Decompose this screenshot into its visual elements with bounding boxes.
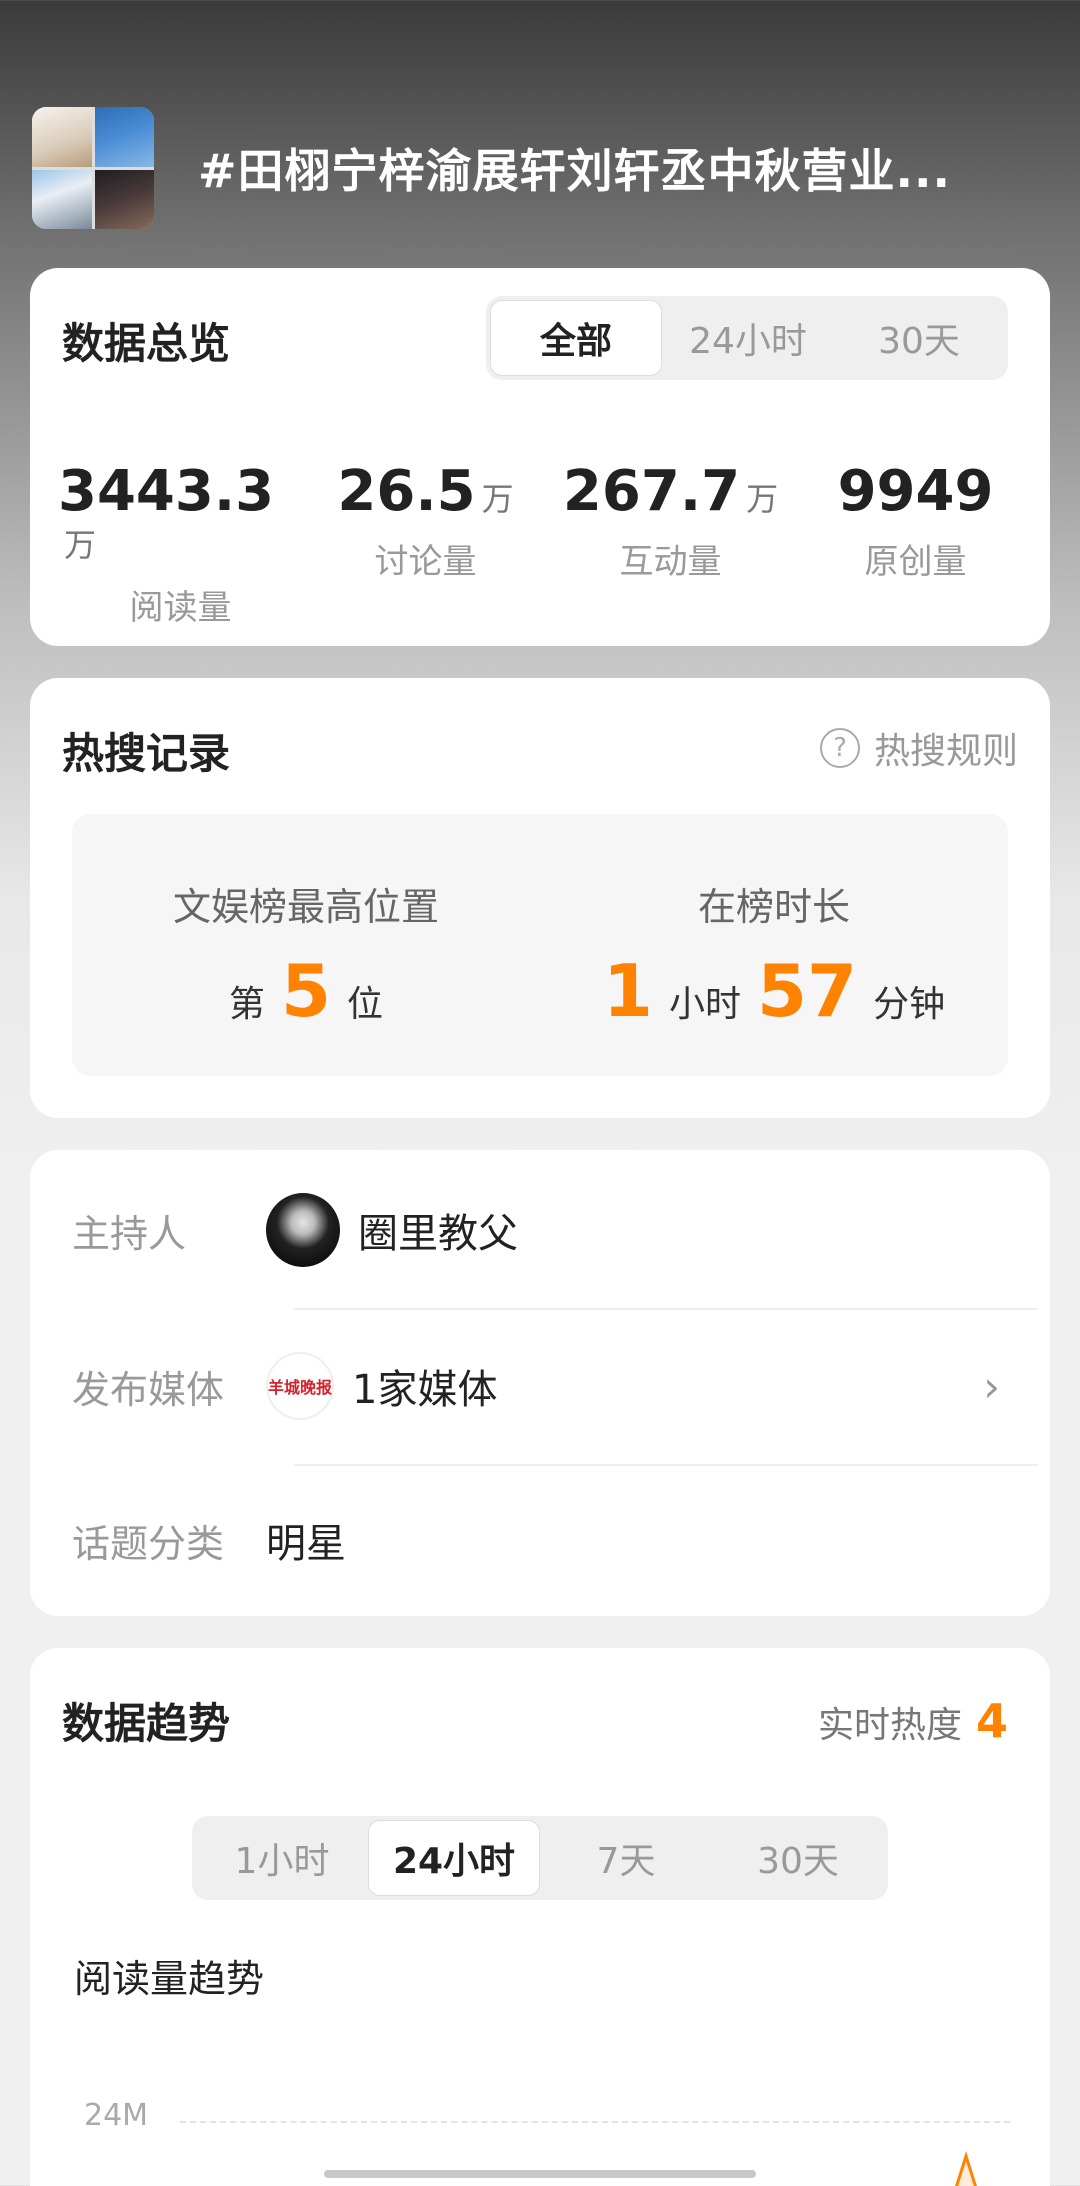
overview-title: 数据总览 bbox=[62, 319, 231, 368]
trend-line bbox=[955, 2150, 977, 2186]
stat-interactions: 267.7 万 互动量 bbox=[548, 464, 793, 629]
topic-header: #田栩宁梓渝展轩刘轩丞中秋营业... bbox=[32, 106, 1048, 230]
topic-title: #田栩宁梓渝展轩刘轩丞中秋营业... bbox=[198, 144, 951, 198]
stat-unit: 万 bbox=[481, 480, 514, 518]
stat-value: 3443.3 bbox=[58, 459, 275, 524]
trend-range-tabs: 1小时 24小时 7天 30天 bbox=[192, 1816, 888, 1900]
stat-value: 267.7 bbox=[562, 459, 741, 524]
stat-discussions: 26.5 万 讨论量 bbox=[303, 464, 548, 629]
realtime-heat: 实时热度 4 bbox=[818, 1694, 1008, 1748]
stat-unit: 万 bbox=[746, 480, 779, 518]
highest-rank: 文娱榜最高位置 第 5 位 bbox=[72, 814, 540, 1076]
tab-7d[interactable]: 7天 bbox=[540, 1820, 712, 1896]
tab-30d[interactable]: 30天 bbox=[834, 300, 1004, 376]
realtime-label: 实时热度 bbox=[817, 1705, 962, 1746]
stat-originals: 9949 原创量 bbox=[793, 464, 1038, 629]
realtime-value: 4 bbox=[975, 1694, 1008, 1748]
home-indicator[interactable] bbox=[324, 2170, 756, 2178]
media-key: 发布媒体 bbox=[72, 1367, 225, 1412]
host-name[interactable]: 圈里教父 bbox=[358, 1201, 518, 1259]
media-logo: 羊城晚报 bbox=[266, 1352, 334, 1420]
data-trend-card: 数据趋势 实时热度 4 1小时 24小时 7天 30天 阅读量趋势 24M bbox=[30, 1648, 1050, 2186]
hot-search-rules-link[interactable]: ? 热搜规则 bbox=[819, 722, 1018, 774]
avatar-photo bbox=[94, 107, 154, 167]
hours-value: 1 bbox=[602, 949, 653, 1033]
hot-search-title: 热搜记录 bbox=[62, 729, 231, 778]
rank-value: 5 bbox=[280, 949, 332, 1033]
chart-gridline bbox=[180, 2121, 1010, 2123]
minutes-value: 57 bbox=[756, 949, 858, 1033]
tab-24h[interactable]: 24小时 bbox=[662, 300, 834, 376]
media-row[interactable]: 发布媒体 羊城晚报 1家媒体 › bbox=[72, 1308, 1008, 1464]
stat-label: 讨论量 bbox=[374, 542, 477, 582]
host-row[interactable]: 主持人 圈里教父 bbox=[72, 1152, 1008, 1308]
overview-stats: 3443.3万 阅读量 26.5 万 讨论量 267.7 万 互动量 9949 原创… bbox=[58, 464, 1038, 629]
stat-value: 26.5 bbox=[337, 459, 476, 524]
tab-24h[interactable]: 24小时 bbox=[368, 1820, 540, 1896]
chevron-right-icon[interactable]: › bbox=[983, 1362, 1000, 1411]
trend-title: 数据趋势 bbox=[62, 1699, 231, 1748]
minutes-unit: 分钟 bbox=[873, 984, 946, 1025]
time-on-list-label: 在榜时长 bbox=[697, 885, 850, 929]
rank-prefix: 第 bbox=[228, 984, 265, 1025]
rank-suffix: 位 bbox=[347, 984, 384, 1025]
hot-search-card: 热搜记录 ? 热搜规则 文娱榜最高位置 第 5 位 在榜时长 1 小时 57 分… bbox=[30, 678, 1050, 1118]
time-on-list: 在榜时长 1 小时 57 分钟 bbox=[540, 814, 1008, 1076]
rules-label: 热搜规则 bbox=[873, 731, 1018, 772]
highest-rank-label: 文娱榜最高位置 bbox=[172, 885, 439, 929]
avatar-photo bbox=[32, 107, 92, 167]
avatar-photo bbox=[32, 169, 92, 229]
y-axis-tick: 24M bbox=[84, 2098, 149, 2133]
tab-1h[interactable]: 1小时 bbox=[196, 1820, 368, 1896]
media-value: 1家媒体 bbox=[352, 1367, 498, 1413]
stat-value: 9949 bbox=[837, 459, 994, 524]
data-overview-card: 数据总览 全部 24小时 30天 3443.3万 阅读量 26.5 万 讨论量 2… bbox=[30, 268, 1050, 646]
category-key: 话题分类 bbox=[72, 1521, 225, 1566]
stat-reads: 3443.3万 阅读量 bbox=[58, 464, 303, 629]
tab-all[interactable]: 全部 bbox=[490, 300, 662, 376]
tab-30d[interactable]: 30天 bbox=[712, 1820, 884, 1896]
host-key: 主持人 bbox=[72, 1211, 187, 1256]
stat-label: 互动量 bbox=[619, 542, 722, 582]
stat-unit: 万 bbox=[64, 526, 97, 564]
reads-trend-label: 阅读量趋势 bbox=[74, 1957, 265, 2001]
hot-search-stats: 文娱榜最高位置 第 5 位 在榜时长 1 小时 57 分钟 bbox=[72, 814, 1008, 1076]
stat-label: 阅读量 bbox=[129, 588, 232, 628]
avatar-photo bbox=[94, 169, 154, 229]
overview-range-tabs: 全部 24小时 30天 bbox=[486, 296, 1008, 380]
category-value: 明星 bbox=[266, 1521, 346, 1567]
stat-label: 原创量 bbox=[864, 542, 967, 582]
host-avatar[interactable] bbox=[266, 1193, 340, 1267]
category-row: 话题分类 明星 bbox=[72, 1462, 1008, 1618]
hours-unit: 小时 bbox=[668, 984, 741, 1025]
question-icon: ? bbox=[819, 728, 860, 768]
topic-avatar[interactable] bbox=[32, 107, 154, 229]
topic-info-card: 主持人 圈里教父 发布媒体 羊城晚报 1家媒体 › 话题分类 明星 bbox=[30, 1150, 1050, 1616]
